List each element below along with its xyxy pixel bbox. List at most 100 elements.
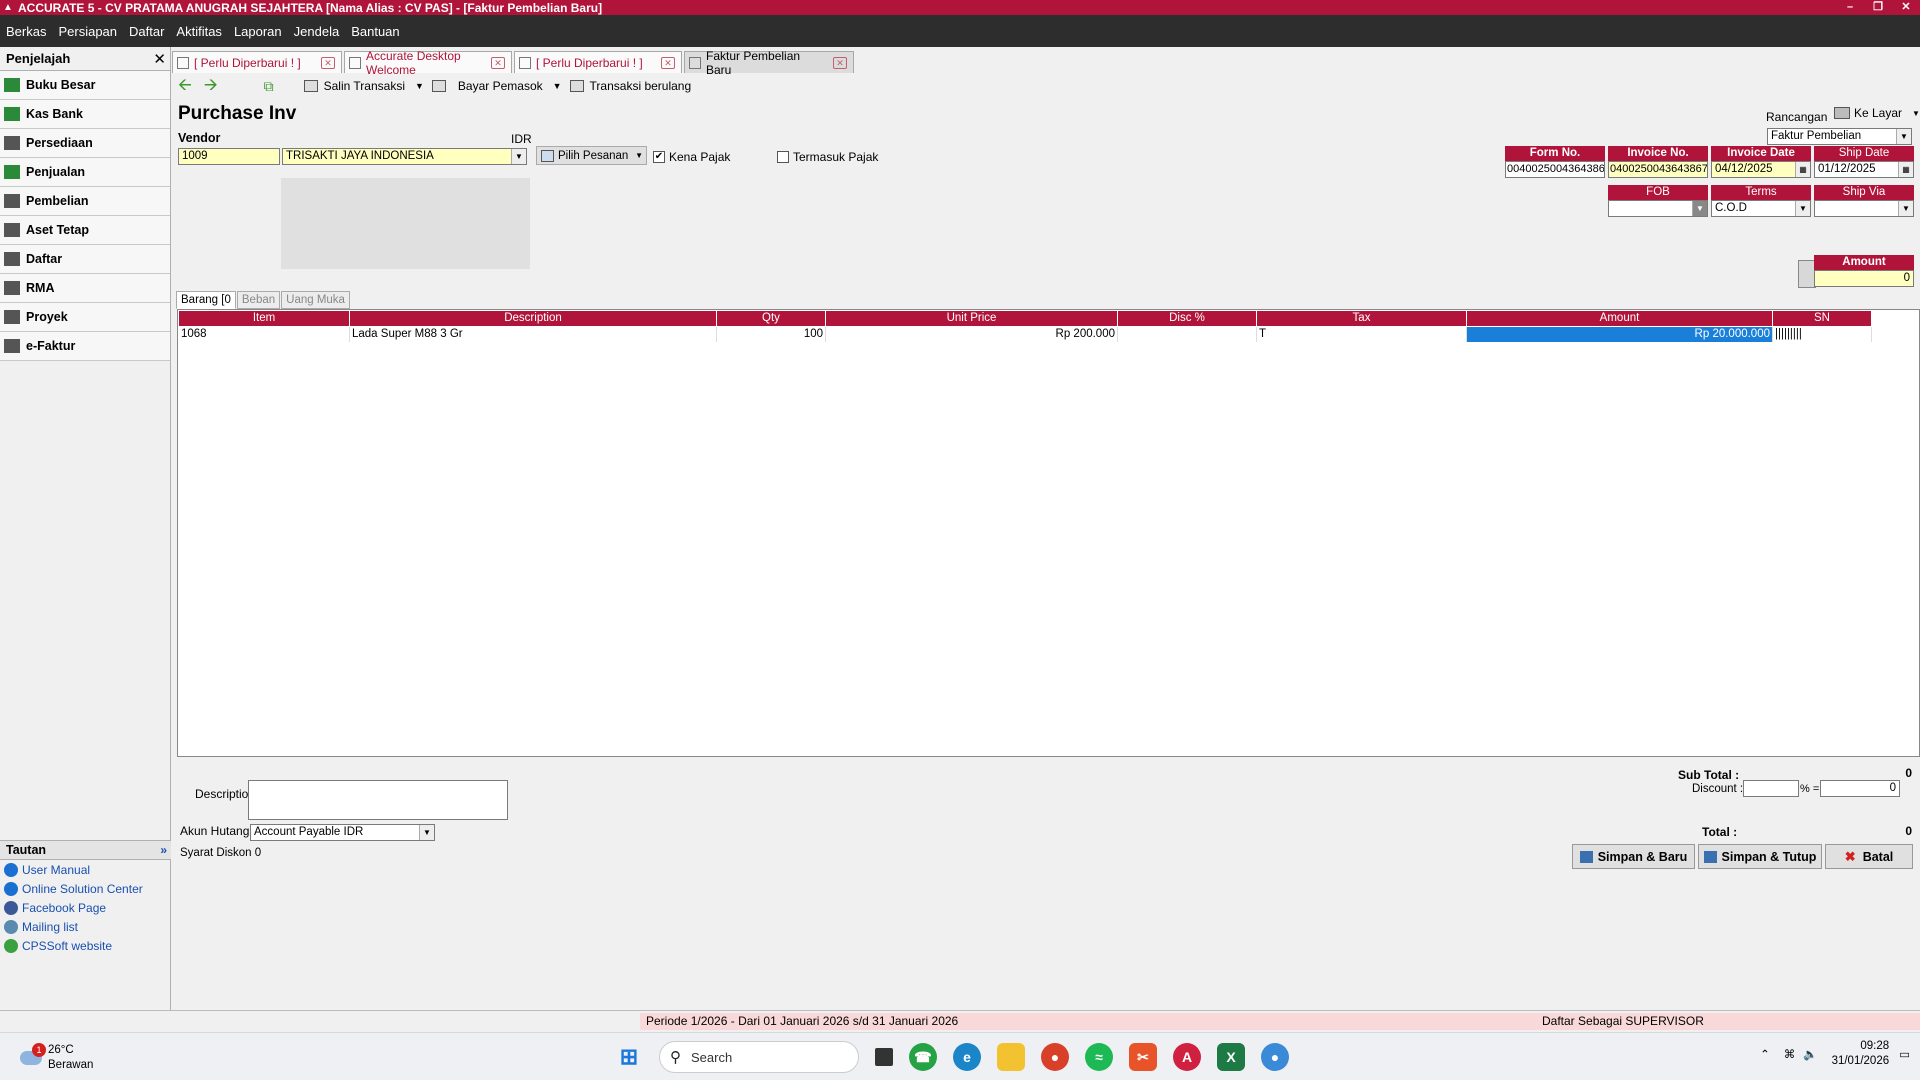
chevron-down-icon[interactable]: ▼ [1896, 129, 1911, 144]
tab-0[interactable]: [ Perlu Diperbarui ! ] ✕ [172, 51, 342, 73]
sidebar-item-proyek[interactable]: Proyek [0, 303, 170, 332]
ship-via-select[interactable]: ▼ [1814, 200, 1914, 217]
column-header-amount[interactable]: Amount [1467, 311, 1773, 326]
pilih-pesanan-button[interactable]: Pilih Pesanan ▼ [536, 146, 647, 165]
tab-close-icon[interactable]: ✕ [321, 56, 335, 69]
sidebar-item-rma[interactable]: RMA [0, 274, 170, 303]
chevron-down-icon[interactable]: ▼ [1898, 201, 1913, 216]
salin-transaksi-button[interactable]: Salin Transaksi ▼ [303, 79, 424, 93]
accurate-app-icon[interactable]: A [1173, 1043, 1201, 1071]
chevron-up-icon[interactable]: ⌃ [1760, 1047, 1770, 1061]
termasuk-pajak-checkbox[interactable]: Termasuk Pajak [777, 150, 878, 164]
sidebar-item-kas-bank[interactable]: Kas Bank [0, 100, 170, 129]
cell-unit-price[interactable]: Rp 200.000 [826, 327, 1118, 342]
tab-close-icon[interactable]: ✕ [661, 56, 675, 69]
simpan-baru-button[interactable]: Simpan & Baru [1572, 844, 1695, 869]
tab-3[interactable]: Faktur Pembelian Baru ✕ [684, 49, 854, 77]
task-view-icon[interactable] [875, 1048, 893, 1066]
cell-sn[interactable]: ||||||||| [1773, 327, 1872, 342]
cell-disc[interactable] [1118, 327, 1257, 342]
tab-2[interactable]: [ Perlu Diperbarui ! ] ✕ [514, 51, 682, 73]
cell-item[interactable]: 1068 [179, 327, 350, 342]
sidebar-item-daftar[interactable]: Daftar [0, 245, 170, 274]
sidebar-item-persediaan[interactable]: Persediaan [0, 129, 170, 158]
snipping-tool-icon[interactable]: ✂ [1129, 1043, 1157, 1071]
tab-1[interactable]: Accurate Desktop Welcome ✕ [344, 49, 512, 77]
chevron-down-icon[interactable]: ▼ [419, 825, 434, 840]
discount-percent-field[interactable] [1743, 780, 1799, 797]
chevron-down-icon[interactable]: ▼ [1692, 201, 1707, 216]
chrome-profile-icon[interactable]: ● [1261, 1043, 1289, 1071]
table-row[interactable]: 1068 Lada Super M88 3 Gr 100 Rp 200.000 T Rp … [179, 327, 1872, 342]
chevron-down-icon[interactable]: ▼ [1795, 201, 1810, 216]
batal-button[interactable]: ✖ Batal [1825, 844, 1913, 869]
invoice-date-field[interactable]: 04/12/2025 ▦ [1711, 161, 1811, 178]
tautan-header[interactable]: Tautan » [0, 840, 171, 860]
column-header-unit-price[interactable]: Unit Price [826, 311, 1118, 326]
clock[interactable]: 09:28 31/01/2026 [1832, 1039, 1890, 1069]
cell-qty[interactable]: 100 [717, 327, 826, 342]
column-header-item[interactable]: Item [179, 311, 350, 326]
tab-uang-muka[interactable]: Uang Muka [281, 291, 350, 309]
invoice-no-field[interactable]: 0400250043643867 [1608, 161, 1708, 178]
collapse-icon[interactable]: » [160, 843, 167, 857]
tab-beban[interactable]: Beban [236, 291, 281, 309]
simpan-tutup-button[interactable]: Simpan & Tutup [1698, 844, 1822, 869]
column-header-sn[interactable]: SN [1773, 311, 1872, 326]
column-header-disc-[interactable]: Disc % [1118, 311, 1257, 326]
whatsapp-icon[interactable]: ☎ [909, 1043, 937, 1071]
link-online-solution-center[interactable]: Online Solution Center [0, 879, 171, 898]
vendor-code-field[interactable]: 1009 [178, 148, 280, 165]
chrome-icon[interactable]: ● [1041, 1043, 1069, 1071]
terms-select[interactable]: C.O.D ▼ [1711, 200, 1811, 217]
description-textarea[interactable] [248, 780, 508, 820]
chevron-down-icon[interactable]: ▼ [1912, 109, 1920, 118]
form-no-field[interactable]: 0040025004364386 [1505, 161, 1605, 178]
column-header-qty[interactable]: Qty [717, 311, 826, 326]
link-user-manual[interactable]: User Manual [0, 860, 171, 879]
tab-barang[interactable]: Barang [0 [176, 291, 236, 309]
sidebar-close-icon[interactable]: ✕ [153, 50, 166, 68]
discount-amount-field[interactable]: 0 [1820, 780, 1900, 797]
calendar-icon[interactable]: ▦ [1898, 162, 1913, 177]
menu-jendela[interactable]: Jendela [294, 24, 340, 39]
menu-aktifitas[interactable]: Aktifitas [176, 24, 222, 39]
link-cpssoft-website[interactable]: CPSSoft website [0, 936, 171, 955]
close-button[interactable]: ✕ [1892, 0, 1920, 15]
spotify-icon[interactable]: ≈ [1085, 1043, 1113, 1071]
menu-bantuan[interactable]: Bantuan [351, 24, 399, 39]
link-facebook-page[interactable]: Facebook Page [0, 898, 171, 917]
sidebar-item-aset-tetap[interactable]: Aset Tetap [0, 216, 170, 245]
ke-layar-button[interactable]: Ke Layar ▼ [1834, 106, 1920, 120]
menu-persiapan[interactable]: Persiapan [58, 24, 117, 39]
back-arrow-icon[interactable]: 🡨 [178, 72, 192, 101]
cell-amount[interactable]: Rp 20.000.000 [1467, 327, 1773, 342]
amount-field[interactable]: 0 [1814, 270, 1914, 287]
tab-close-icon[interactable]: ✕ [833, 56, 847, 69]
cell-tax[interactable]: T [1257, 327, 1467, 342]
checkbox-checked-icon[interactable]: ✔ [653, 151, 665, 163]
link-mailing-list[interactable]: Mailing list [0, 917, 171, 936]
column-header-description[interactable]: Description [350, 311, 717, 326]
volume-icon[interactable]: 🔈 [1803, 1047, 1817, 1061]
template-select[interactable]: Faktur Pembelian ▼ [1767, 128, 1912, 145]
ship-date-field[interactable]: 01/12/2025 ▦ [1814, 161, 1914, 178]
taskbar-search[interactable]: ⚲ Search [659, 1041, 859, 1073]
bayar-pemasok-button[interactable]: Bayar Pemasok ▼ [431, 79, 562, 93]
menu-daftar[interactable]: Daftar [129, 24, 164, 39]
fob-select[interactable]: ▼ [1608, 200, 1708, 217]
chevron-down-icon[interactable]: ▼ [553, 81, 562, 91]
akun-hutang-select[interactable]: Account Payable IDR ▼ [250, 824, 435, 841]
chevron-down-icon[interactable]: ▼ [511, 149, 526, 164]
file-explorer-icon[interactable] [997, 1043, 1025, 1071]
menu-laporan[interactable]: Laporan [234, 24, 282, 39]
sidebar-item-e-faktur[interactable]: e-Faktur [0, 332, 170, 361]
sidebar-item-penjualan[interactable]: Penjualan [0, 158, 170, 187]
cell-description[interactable]: Lada Super M88 3 Gr [350, 327, 717, 342]
minimize-button[interactable]: – [1836, 0, 1864, 15]
kena-pajak-checkbox[interactable]: ✔ Kena Pajak [653, 150, 730, 164]
sidebar-item-buku-besar[interactable]: Buku Besar [0, 71, 170, 100]
tab-close-icon[interactable]: ✕ [491, 56, 505, 69]
notifications-icon[interactable]: ▭ [1899, 1047, 1910, 1061]
excel-icon[interactable]: X [1217, 1043, 1245, 1071]
